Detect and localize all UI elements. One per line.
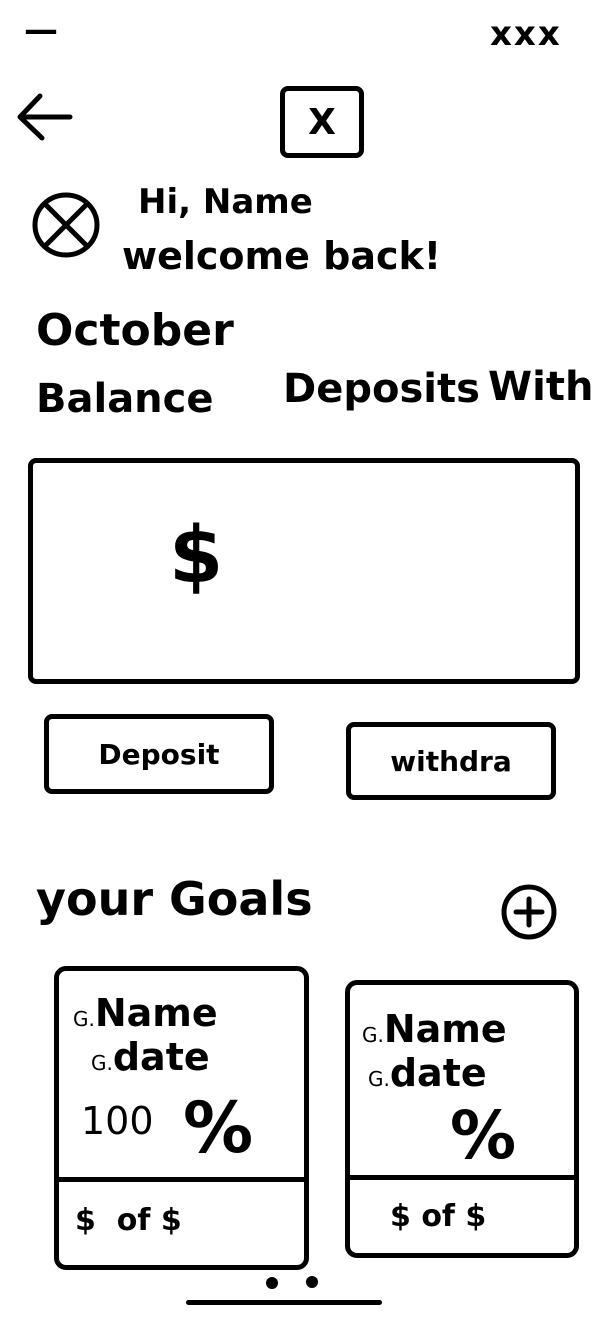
greeting-line-1: Hi, Name <box>138 182 313 222</box>
header-logo[interactable]: X <box>280 86 364 158</box>
plus-circle-icon <box>501 884 557 940</box>
goal-name-text: Name <box>94 991 218 1035</box>
deposit-button[interactable]: Deposit <box>44 714 274 794</box>
pagination-dot[interactable] <box>306 1276 318 1288</box>
add-goal-button[interactable] <box>500 883 558 941</box>
goal-divider <box>350 1175 574 1180</box>
balance-amount: $ <box>169 511 224 601</box>
avatar-placeholder-icon <box>32 192 100 258</box>
goal-name: G.Name <box>73 991 218 1035</box>
goal-progress-percent: % <box>450 1097 517 1174</box>
back-button[interactable] <box>14 88 74 146</box>
goal-progress-percent: % <box>183 1087 254 1169</box>
goal-name-prefix: G. <box>362 1023 384 1047</box>
goal-date-text: date <box>112 1035 210 1079</box>
tab-withdrawals[interactable]: With <box>488 364 593 410</box>
home-indicator <box>186 1300 382 1305</box>
goal-date: G.date <box>91 1035 210 1079</box>
withdraw-button-label: withdra <box>390 744 512 778</box>
withdraw-button[interactable]: withdra <box>346 722 556 800</box>
goal-amount: $ of $ <box>390 1199 487 1234</box>
status-bar-left: — <box>24 10 58 50</box>
goal-name-prefix: G. <box>73 1007 95 1031</box>
arrow-left-icon <box>17 93 73 141</box>
goal-divider <box>59 1177 304 1182</box>
month-label: October <box>36 305 234 356</box>
goal-date-prefix: G. <box>368 1067 390 1091</box>
pagination-dot[interactable] <box>266 1277 278 1289</box>
goal-date-text: date <box>389 1051 487 1095</box>
balance-card: $ <box>28 458 580 684</box>
goal-name: G.Name <box>362 1007 507 1051</box>
tab-deposits[interactable]: Deposits <box>283 366 480 412</box>
goal-name-text: Name <box>383 1007 507 1051</box>
avatar[interactable] <box>30 190 102 260</box>
close-box-icon: X <box>308 101 336 143</box>
goal-date-prefix: G. <box>91 1051 113 1075</box>
goal-amount: $ of $ <box>75 1203 182 1238</box>
goal-date: G.date <box>368 1051 487 1095</box>
greeting-line-2: welcome back! <box>122 234 442 278</box>
goal-card[interactable]: G.Name G.date 100 % $ of $ <box>54 966 309 1270</box>
goal-progress-value: 100 <box>81 1099 154 1143</box>
tab-balance[interactable]: Balance <box>36 376 214 422</box>
status-bar-right: xxx <box>490 14 562 54</box>
goals-title: your Goals <box>36 872 313 926</box>
deposit-button-label: Deposit <box>98 737 220 771</box>
goal-card[interactable]: G.Name G.date % $ of $ <box>345 980 579 1258</box>
